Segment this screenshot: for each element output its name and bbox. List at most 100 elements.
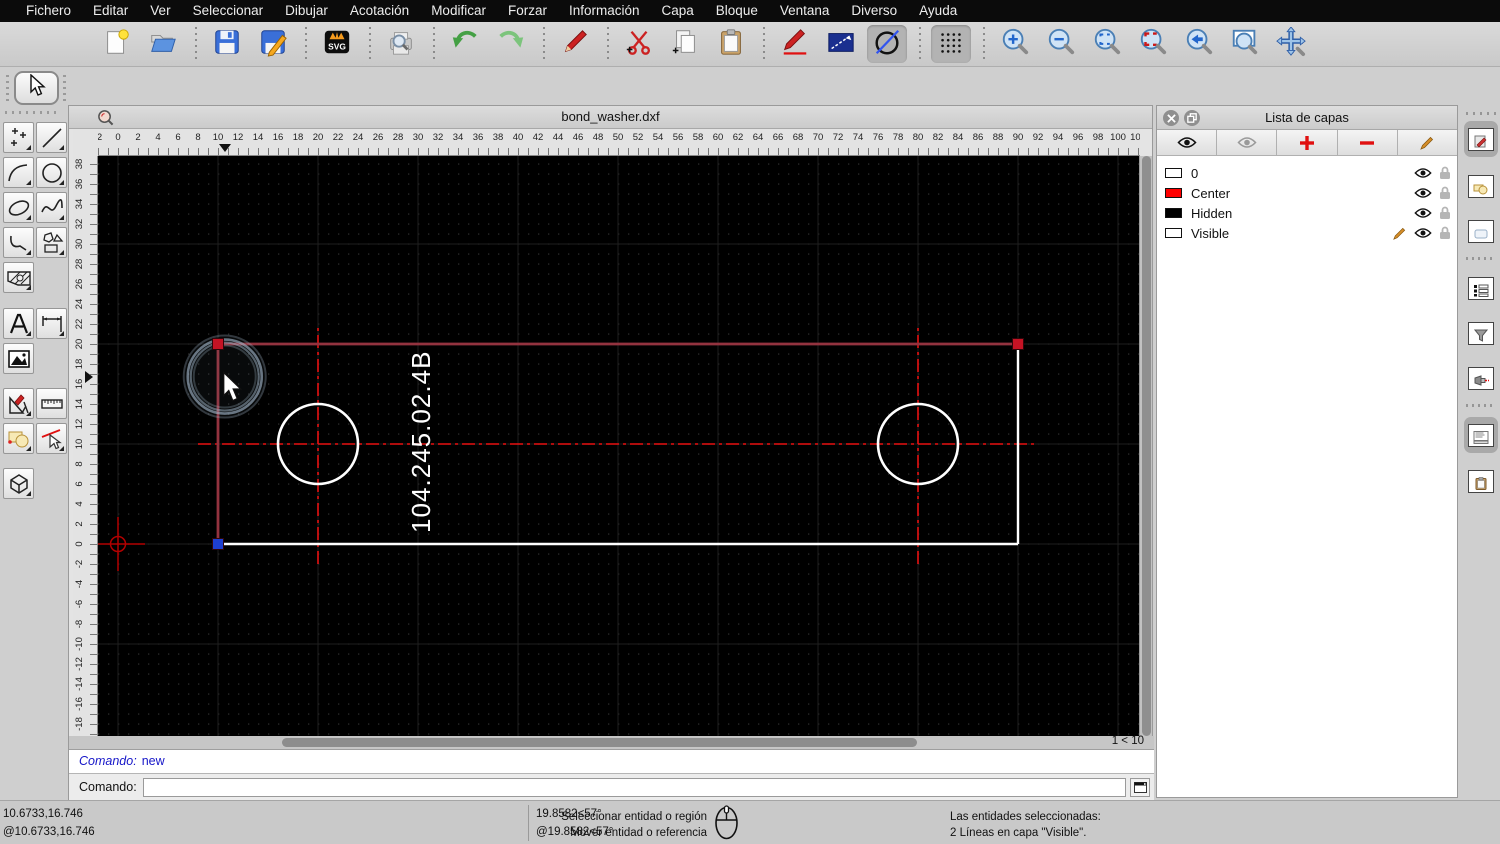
selection-pointer-button[interactable] [14,71,59,105]
paste-button[interactable] [711,25,751,63]
solid-tool[interactable] [3,468,34,499]
circle-tool[interactable] [36,157,67,188]
hatch-tool[interactable] [3,262,34,293]
polyline-tool[interactable] [3,227,34,258]
dock-library-button[interactable] [1464,213,1498,249]
edit-entity-button[interactable] [555,25,595,63]
zoom-out-button[interactable] [1041,25,1081,63]
redo-button[interactable] [491,25,531,63]
vertical-scrollbar[interactable] [1139,156,1152,736]
edit-layer-button[interactable] [1397,130,1458,156]
dock-pen-settings-button[interactable] [1464,360,1498,396]
new-document-button[interactable] [97,25,137,63]
modify-tool[interactable] [36,423,67,454]
spline-tool[interactable] [36,192,67,223]
dock-filter-button[interactable] [1464,315,1498,351]
construction-tool[interactable] [3,388,34,419]
line-tool[interactable] [36,122,67,153]
save-as-icon [258,27,288,62]
drawing-canvas[interactable]: 104.245.02.4B [98,156,1140,736]
open-file-button[interactable] [143,25,183,63]
attributes-button[interactable] [775,25,815,63]
layer-row-hidden[interactable]: Hidden [1157,203,1457,223]
zoom-pan-button[interactable] [1271,25,1311,63]
eye-icon[interactable] [1414,167,1432,179]
menu-capa[interactable]: Capa [651,0,705,22]
horizontal-scrollbar-thumb[interactable] [282,738,917,747]
hide-all-layers-button[interactable] [1217,130,1278,156]
points-tool[interactable] [3,122,34,153]
menu-ventana[interactable]: Ventana [769,0,841,22]
right-click-hint: Mover entidad o referencia [570,827,707,839]
lock-icon[interactable] [1439,166,1451,180]
lock-icon[interactable] [1439,206,1451,220]
menu-modificar[interactable]: Modificar [420,0,497,22]
zoom-window-button[interactable] [1225,25,1265,63]
save-as-button[interactable] [253,25,293,63]
menu-editar[interactable]: Editar [82,0,139,22]
zoom-in-button[interactable] [995,25,1035,63]
dimension-tool[interactable] [36,308,67,339]
save-button[interactable] [207,25,247,63]
zoom-previous-button[interactable] [1179,25,1219,63]
eye-icon[interactable] [1414,187,1432,199]
lock-icon[interactable] [1439,186,1451,200]
menu-acotación[interactable]: Acotación [339,0,420,22]
block-icon [7,431,28,447]
undo-button[interactable] [445,25,485,63]
minus-icon [1360,140,1375,145]
dock-layer-list-button[interactable] [1464,121,1498,157]
zoom-selected-button[interactable] [1133,25,1173,63]
block-tool[interactable] [3,423,34,454]
pan-icon [1276,25,1306,62]
image-tool[interactable] [3,343,34,374]
v-ruler-label: 8 [74,461,85,467]
copy-button[interactable] [665,25,705,63]
absolute-coordinate: 10.6733,16.746 [3,808,83,820]
text-tool[interactable] [3,308,34,339]
menu-información[interactable]: Información [558,0,651,22]
eye-icon[interactable] [1414,227,1432,239]
dock-clipboard-button[interactable] [1464,463,1498,499]
command-input[interactable] [142,777,1126,797]
red-pencil-icon [560,27,590,62]
layers-panel-title: Lista de capas [1265,110,1349,125]
zoom-auto-button[interactable] [1087,25,1127,63]
v-ruler-label: 4 [74,501,85,507]
grid-toggle-button[interactable] [931,25,971,63]
select-window-button[interactable] [821,25,861,63]
remove-layer-button[interactable] [1337,130,1398,156]
svg-export-button[interactable]: SVG [317,25,357,63]
menu-seleccionar[interactable]: Seleccionar [182,0,275,22]
drawing-window-titlebar[interactable]: bond_washer.dxf [69,106,1152,129]
eye-icon[interactable] [1414,207,1432,219]
menu-ver[interactable]: Ver [139,0,181,22]
command-window-button[interactable] [1130,777,1150,797]
layer-color-swatch [1165,188,1182,198]
layer-row-0[interactable]: 0 [1157,163,1457,183]
vertical-scrollbar-thumb[interactable] [1142,156,1151,736]
ellipse-tool[interactable] [3,192,34,223]
menu-fichero[interactable]: Fichero [15,0,82,22]
layer-row-visible[interactable]: Visible [1157,223,1457,243]
horizontal-scrollbar[interactable] [69,736,1154,749]
menu-forzar[interactable]: Forzar [497,0,558,22]
layer-row-center[interactable]: Center [1157,183,1457,203]
menu-ayuda[interactable]: Ayuda [908,0,968,22]
add-layer-button[interactable] [1277,130,1338,156]
menu-diverso[interactable]: Diverso [840,0,908,22]
print-preview-button[interactable] [381,25,421,63]
dock-command-widget-button[interactable] [1464,417,1498,453]
cut-button[interactable] [619,25,659,63]
lock-icon[interactable] [1439,226,1451,240]
ellipse-icon [8,199,29,216]
polygon-tool[interactable] [36,227,67,258]
show-all-layers-button[interactable] [1157,130,1218,156]
dock-entity-list-button[interactable] [1464,270,1498,306]
dock-block-list-button[interactable] [1464,168,1498,204]
menu-dibujar[interactable]: Dibujar [274,0,339,22]
draft-mode-button[interactable] [867,25,907,63]
arc-tool[interactable] [3,157,34,188]
measure-tool[interactable] [36,388,67,419]
menu-bloque[interactable]: Bloque [705,0,769,22]
